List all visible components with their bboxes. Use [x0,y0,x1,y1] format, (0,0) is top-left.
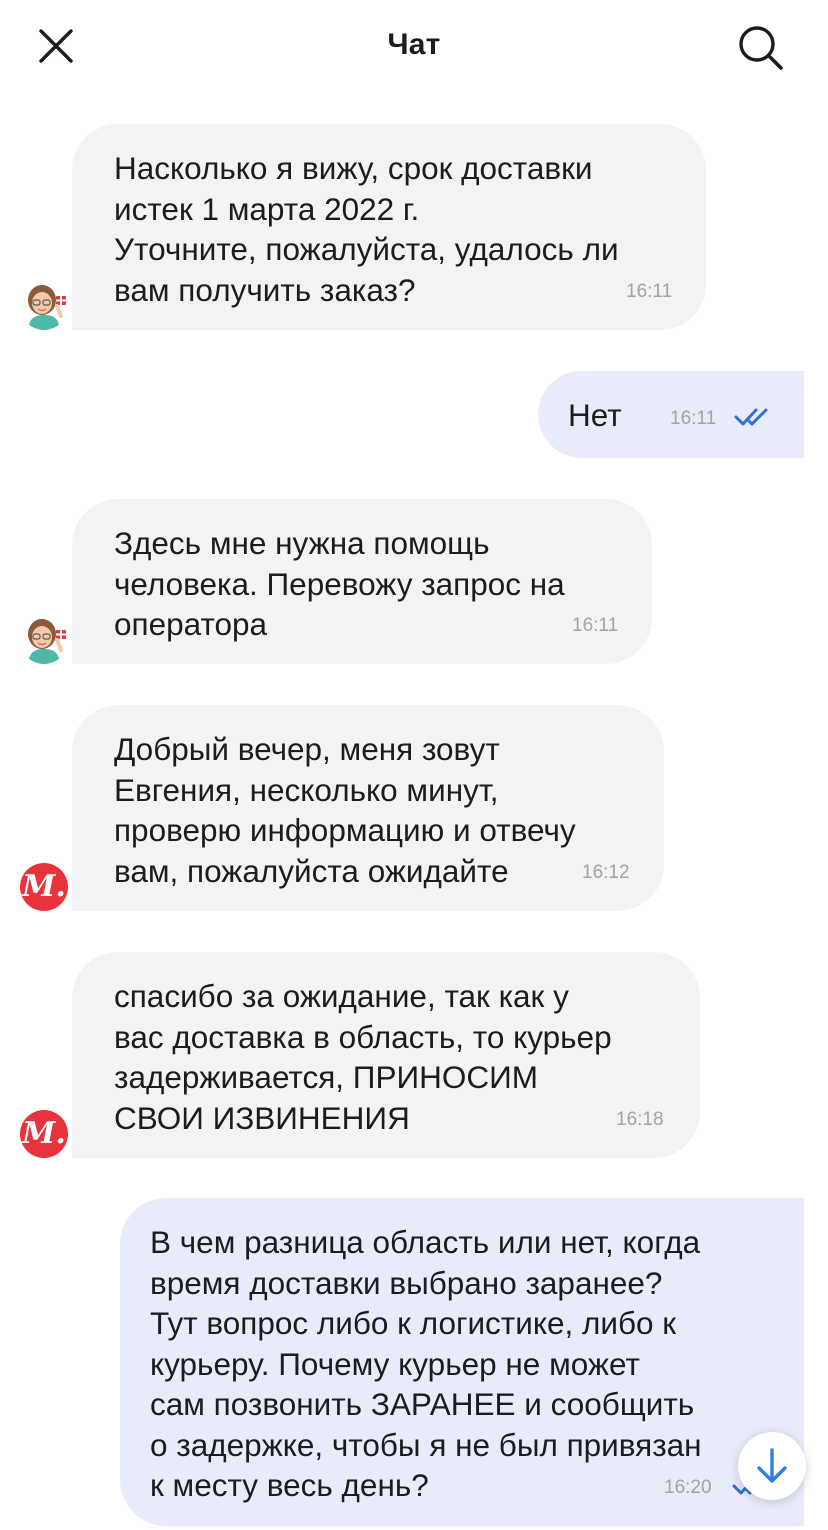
message-bubble-incoming[interactable]: Здесь мне нужна помощь человека. Перевож… [72,499,652,664]
message-text: Насколько я вижу, срок доставки истек 1 … [114,150,619,308]
message-time: 16:11 [626,281,673,302]
message-text: В чем разница область или нет, когда вре… [150,1224,702,1503]
page-title: Чат [387,28,441,61]
bot-avatar [20,616,68,664]
message-bubble-incoming[interactable]: спасибо за ожидание, так как у вас доста… [72,952,700,1158]
message-bubble-outgoing[interactable]: Нет 16:11 [538,371,804,458]
message-text: Здесь мне нужна помощь человека. Перевож… [114,525,565,642]
search-icon [739,26,783,70]
message-time: 16:11 [670,408,717,429]
operator-avatar: М. [20,863,68,911]
message-bubble-incoming[interactable]: Добрый вечер, меня зовут Евгения, нескол… [72,705,664,911]
message-time: 16:11 [572,615,619,636]
search-button[interactable] [735,22,785,72]
bot-avatar [20,282,68,330]
assistant-girl-avatar-icon [20,616,68,664]
scroll-to-bottom-button[interactable] [738,1432,806,1500]
message-bubble-outgoing[interactable]: В чем разница область или нет, когда вре… [120,1198,804,1526]
message-time: 16:18 [616,1109,664,1130]
double-check-icon [734,408,768,426]
message-text: Добрый вечер, меня зовут Евгения, нескол… [114,731,576,889]
assistant-girl-avatar-icon [20,282,68,330]
arrow-down-icon [757,1448,787,1483]
message-time: 16:12 [582,862,630,883]
message-time: 16:20 [664,1477,712,1498]
message-text: спасибо за ожидание, так как у вас доста… [114,978,612,1136]
chat-header: Чат [0,0,828,90]
operator-avatar: М. [20,1110,68,1158]
message-bubble-incoming[interactable]: Насколько я вижу, срок доставки истек 1 … [72,124,706,330]
